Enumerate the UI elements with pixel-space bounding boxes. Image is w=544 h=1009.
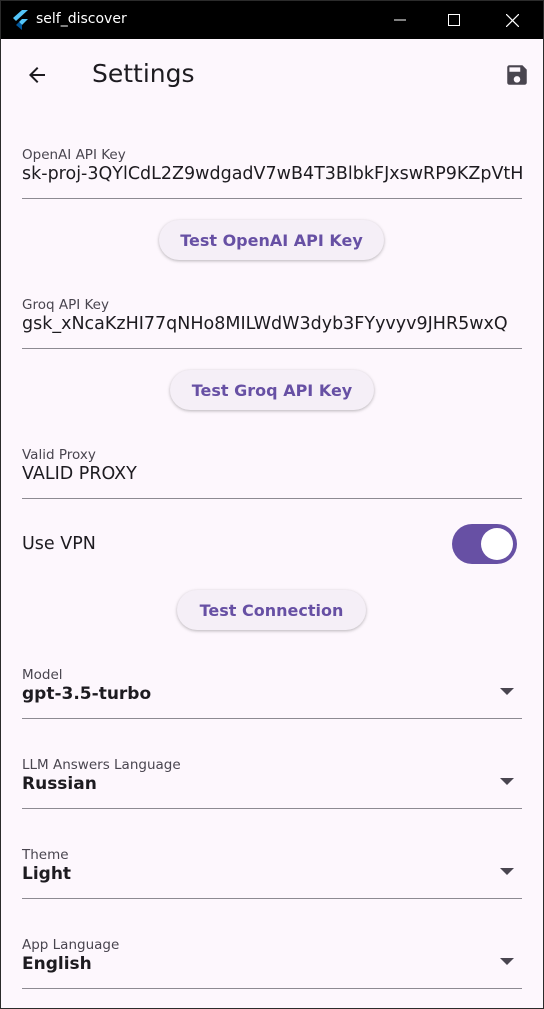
llm-answers-language-value: Russian — [22, 774, 97, 794]
llm-answers-language-dropdown[interactable]: LLM Answers Language Russian — [22, 757, 522, 809]
app-language-dropdown[interactable]: App Language English — [22, 937, 522, 989]
flutter-logo-icon — [13, 10, 28, 30]
app-window: self_discover Settings OpenAI API Key sk… — [0, 0, 544, 1009]
test-openai-api-key-button[interactable]: Test OpenAI API Key — [159, 220, 384, 260]
dropdown-arrow-icon — [500, 688, 514, 695]
groq-api-key-input[interactable]: gsk_xNcaKzHI77qNHo8MILWdW3dyb3FYyvyv9JHR… — [22, 314, 522, 334]
maximize-button[interactable] — [425, 1, 483, 39]
close-button[interactable] — [483, 1, 541, 39]
model-label: Model — [22, 667, 63, 683]
close-icon — [505, 13, 519, 27]
test-groq-api-key-button[interactable]: Test Groq API Key — [170, 370, 374, 410]
switch-thumb — [481, 528, 513, 560]
groq-api-key-label: Groq API Key — [22, 297, 109, 313]
use-vpn-switch[interactable] — [452, 524, 517, 564]
valid-proxy-field[interactable]: Valid Proxy VALID PROXY — [22, 447, 522, 499]
window-titlebar: self_discover — [1, 1, 543, 39]
app-language-value: English — [22, 954, 92, 974]
save-icon — [507, 65, 527, 85]
dropdown-arrow-icon — [500, 958, 514, 965]
theme-value: Light — [22, 864, 72, 884]
openai-api-key-field[interactable]: OpenAI API Key sk-proj-3QYlCdL2Z9wdgadV7… — [22, 147, 522, 199]
dropdown-arrow-icon — [500, 868, 514, 875]
minimize-button[interactable] — [371, 1, 429, 39]
back-button[interactable] — [15, 53, 59, 97]
dropdown-arrow-icon — [500, 778, 514, 785]
theme-label: Theme — [22, 847, 69, 863]
window-title: self_discover — [36, 11, 127, 27]
llm-answers-language-label: LLM Answers Language — [22, 757, 181, 773]
openai-api-key-input[interactable]: sk-proj-3QYlCdL2Z9wdgadV7wB4T3BlbkFJxswR… — [22, 164, 522, 184]
save-button[interactable] — [495, 53, 539, 97]
app-language-label: App Language — [22, 937, 120, 953]
valid-proxy-label: Valid Proxy — [22, 447, 96, 463]
use-vpn-label: Use VPN — [22, 534, 96, 554]
openai-api-key-label: OpenAI API Key — [22, 147, 126, 163]
minimize-icon — [394, 19, 406, 21]
test-connection-button[interactable]: Test Connection — [177, 590, 366, 630]
model-value: gpt-3.5-turbo — [22, 684, 152, 704]
page-title: Settings — [92, 59, 195, 88]
valid-proxy-input[interactable]: VALID PROXY — [22, 464, 522, 484]
model-dropdown[interactable]: Model gpt-3.5-turbo — [22, 667, 522, 719]
maximize-icon — [448, 14, 460, 26]
arrow-back-icon — [29, 67, 45, 83]
groq-api-key-field[interactable]: Groq API Key gsk_xNcaKzHI77qNHo8MILWdW3d… — [22, 297, 522, 349]
app-bar: Settings — [1, 39, 543, 111]
theme-dropdown[interactable]: Theme Light — [22, 847, 522, 899]
